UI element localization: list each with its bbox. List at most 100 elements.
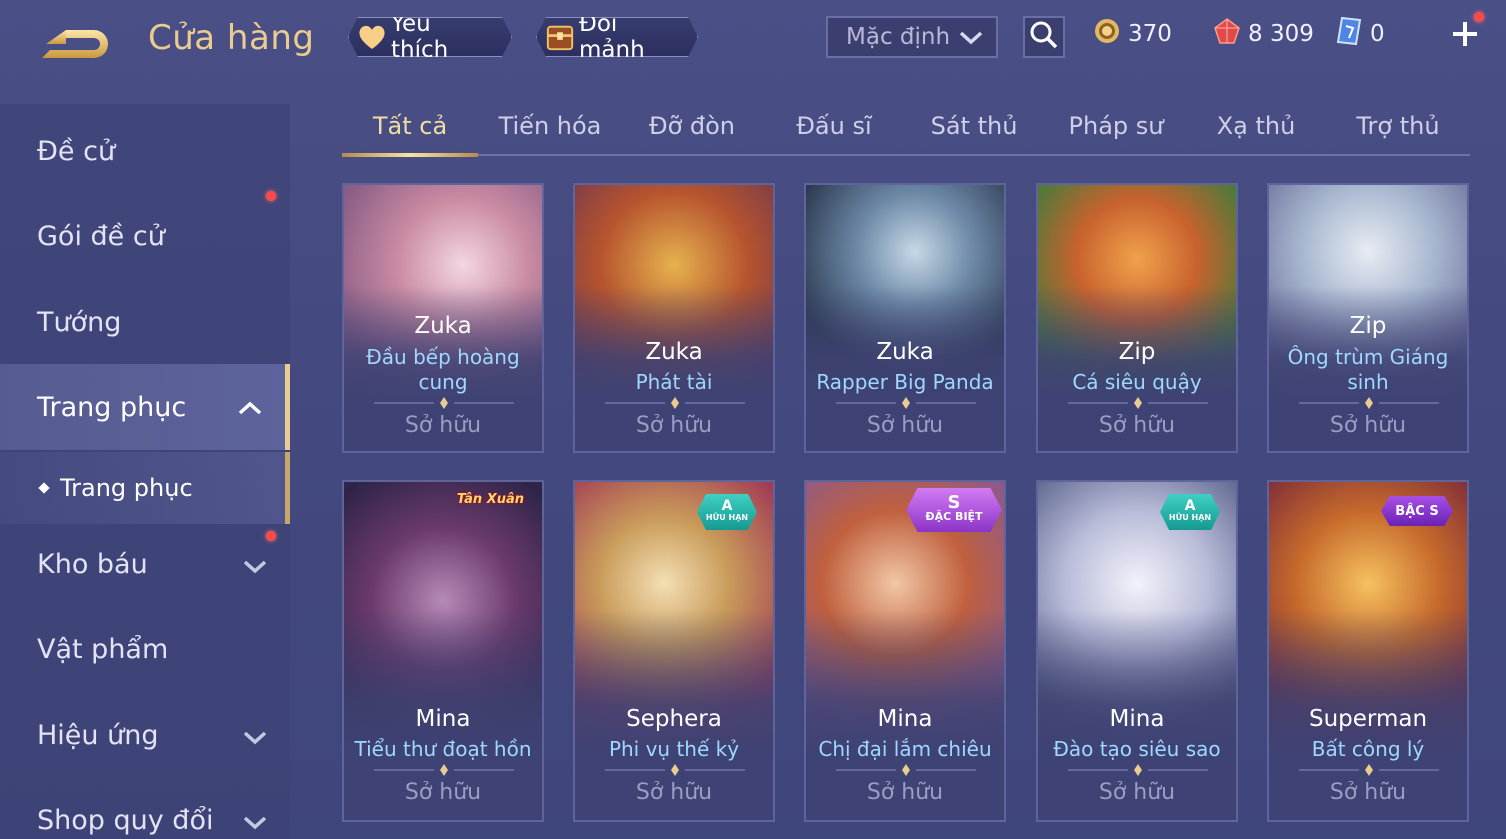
rarity-badge: S ĐẶC BIỆT	[906, 488, 1002, 532]
hero-name: Zip	[1349, 313, 1387, 339]
sidebar-item-label: Shop quy đổi	[37, 804, 214, 836]
skin-card[interactable]: Zip Cá siêu quậy Sở hữu	[1036, 183, 1238, 453]
hero-name: Superman	[1308, 706, 1428, 732]
badge-type: HỮU HẠN	[1168, 513, 1212, 522]
tab-label: Xạ thủ	[1216, 112, 1296, 140]
divider-icon	[605, 764, 745, 776]
sidebar-item-items[interactable]: Vật phẩm	[0, 606, 290, 692]
owned-status: Sở hữu	[866, 413, 944, 438]
tab-label: Tiến hóa	[498, 112, 602, 140]
badge-rank: A	[1184, 498, 1196, 514]
skin-name: Rapper Big Panda	[816, 370, 994, 394]
tab-label: Sát thủ	[930, 112, 1018, 140]
ticket-currency: 0	[1336, 16, 1385, 50]
page-title: Cửa hàng	[148, 18, 315, 58]
owned-status: Sở hữu	[1329, 413, 1407, 438]
skin-name: Cá siêu quậy	[1072, 370, 1202, 394]
sidebar-item-skins[interactable]: Trang phục	[0, 364, 290, 450]
tab-label: Đấu sĩ	[796, 112, 872, 140]
skin-card[interactable]: BẬC S Superman Bất công lý Sở hữu	[1267, 480, 1469, 822]
divider-icon	[374, 397, 514, 409]
divider-icon	[1068, 764, 1208, 776]
divider-icon	[836, 397, 976, 409]
tab-label: Đỡ đòn	[648, 112, 736, 140]
chevron-down-icon	[242, 809, 268, 839]
tab-tank[interactable]: Đỡ đòn	[624, 112, 760, 140]
sidebar-item-label: Gói đề cử	[37, 220, 165, 252]
skin-card[interactable]: Zuka Rapper Big Panda Sở hữu	[804, 183, 1006, 453]
chevron-down-icon	[958, 26, 984, 54]
exchange-label: Đổi mảnh	[579, 11, 645, 63]
hero-name: Zuka	[414, 313, 472, 339]
notification-dot	[1474, 12, 1484, 22]
bullet-icon	[38, 482, 50, 494]
skin-card[interactable]: Zuka Đầu bếp hoàng cung Sở hữu	[342, 183, 544, 453]
sidebar: Đề cử Gói đề cử Tướng Trang phục Trang p…	[0, 104, 290, 839]
skin-card[interactable]: Tân Xuân Mina Tiểu thư đoạt hồn Sở hữu	[342, 480, 544, 822]
hero-name: Sephera	[626, 706, 722, 732]
owned-status: Sở hữu	[1098, 413, 1176, 438]
tab-support[interactable]: Trợ thủ	[1330, 112, 1466, 140]
plus-icon	[1448, 22, 1482, 54]
badge-type: HỮU HẠN	[705, 513, 749, 522]
chevron-up-icon	[237, 396, 263, 427]
tab-marksman[interactable]: Xạ thủ	[1188, 112, 1324, 140]
sidebar-item-label: Đề cử	[37, 135, 116, 167]
notification-dot	[266, 531, 276, 541]
gold-amount: 370	[1128, 21, 1172, 47]
sidebar-item-label: Trang phục	[60, 474, 193, 502]
tab-assassin[interactable]: Sát thủ	[906, 112, 1042, 140]
chevron-down-icon	[242, 724, 268, 755]
skin-card[interactable]: A HỮU HẠN Sephera Phi vụ thế kỷ Sở hữu	[573, 480, 775, 822]
divider-icon	[374, 764, 514, 776]
skin-name: Chị đại lắm chiêu	[818, 737, 992, 761]
tab-mage[interactable]: Pháp sư	[1048, 112, 1184, 140]
add-currency-button[interactable]	[1448, 12, 1484, 50]
skin-card[interactable]: Zuka Phát tài Sở hữu	[573, 183, 775, 453]
sidebar-item-effects[interactable]: Hiệu ứng	[0, 692, 290, 778]
divider-icon	[836, 764, 976, 776]
owned-status: Sở hữu	[404, 780, 482, 805]
skin-card[interactable]: S ĐẶC BIỆT Mina Chị đại lắm chiêu Sở hữu	[804, 480, 1006, 822]
sort-label: Mặc định	[846, 24, 951, 50]
divider-icon	[605, 397, 745, 409]
skin-card[interactable]: A HỮU HẠN Mina Đào tạo siêu sao Sở hữu	[1036, 480, 1238, 822]
tab-all[interactable]: Tất cả	[342, 112, 478, 140]
notification-dot	[266, 191, 276, 201]
divider-icon	[1068, 397, 1208, 409]
sidebar-item-bundles[interactable]: Gói đề cử	[0, 191, 290, 279]
sidebar-item-label: Kho báu	[37, 548, 148, 580]
sidebar-subitem-skins[interactable]: Trang phục	[0, 452, 290, 524]
skin-name: Phi vụ thế kỷ	[608, 737, 740, 761]
sidebar-item-label: Trang phục	[37, 391, 187, 423]
gold-coin-icon	[1094, 18, 1120, 50]
tab-evolution[interactable]: Tiến hóa	[482, 112, 618, 140]
owned-status: Sở hữu	[635, 780, 713, 805]
owned-status: Sở hữu	[1329, 780, 1407, 805]
exchange-shards-button[interactable]: Đổi mảnh	[536, 17, 698, 57]
favorites-button[interactable]: Yêu thích	[348, 17, 512, 57]
sort-dropdown[interactable]: Mặc định	[826, 16, 998, 58]
top-bar: Cửa hàng Yêu thích Đổi mảnh Mặc định 370…	[0, 0, 1506, 80]
sidebar-item-heroes[interactable]: Tướng	[0, 279, 290, 365]
owned-status: Sở hữu	[635, 413, 713, 438]
sidebar-item-exchange-shop[interactable]: Shop quy đổi	[0, 777, 290, 839]
sidebar-item-treasure[interactable]: Kho báu	[0, 521, 290, 607]
skin-card[interactable]: Zip Ông trùm Giáng sinh Sở hữu	[1267, 183, 1469, 453]
search-icon	[1029, 20, 1059, 54]
skin-name: Đào tạo siêu sao	[1053, 737, 1221, 761]
sidebar-item-label: Tướng	[37, 306, 122, 338]
badge-type: ĐẶC BIỆT	[925, 510, 983, 523]
search-button[interactable]	[1023, 16, 1065, 58]
sidebar-item-recommended[interactable]: Đề cử	[0, 108, 290, 194]
active-tab-indicator	[342, 153, 478, 157]
tab-label: Trợ thủ	[1356, 112, 1440, 140]
tab-fighter[interactable]: Đấu sĩ	[766, 112, 902, 140]
hero-name: Mina	[415, 706, 471, 732]
divider-icon	[1299, 397, 1439, 409]
rarity-badge: BẬC S	[1381, 496, 1453, 526]
ruby-amount: 8 309	[1248, 21, 1314, 47]
hero-name: Mina	[1109, 706, 1165, 732]
category-tabs: Tất cả Tiến hóa Đỡ đòn Đấu sĩ Sát thủ Ph…	[342, 100, 1470, 157]
back-arrow-icon[interactable]	[36, 22, 116, 64]
